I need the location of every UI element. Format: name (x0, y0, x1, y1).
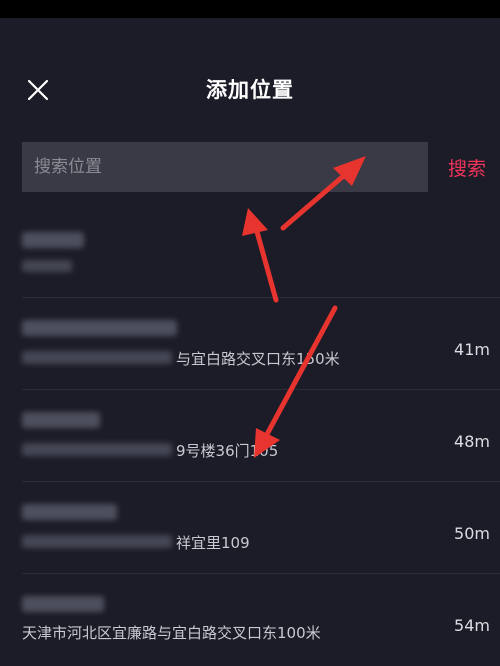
location-name-redacted (22, 412, 100, 428)
status-bar (0, 0, 500, 18)
location-address: 天津市河北区宜廉路与宜白路交叉口东100米 (22, 622, 422, 642)
location-item[interactable]: 天津市河北区宜廉路与宜白路交叉口东100米 54m (0, 574, 500, 666)
location-address-redacted (22, 443, 172, 456)
location-address: 祥宜里109 (22, 532, 422, 552)
location-address: 与宜白路交叉口东150米 (22, 348, 422, 368)
location-distance: 41m (454, 340, 490, 359)
location-distance: 50m (454, 524, 490, 543)
location-name-redacted (22, 232, 84, 248)
location-name-redacted (22, 596, 104, 612)
location-address-redacted (22, 260, 72, 272)
location-list: 与宜白路交叉口东150米 41m 9号楼36门105 48m 祥宜里109 50… (0, 210, 500, 666)
search-button[interactable]: 搜索 (448, 154, 486, 181)
location-address-redacted (22, 535, 172, 548)
location-item[interactable]: 9号楼36门105 48m (0, 390, 500, 482)
location-distance: 48m (454, 432, 490, 451)
location-item[interactable]: 与宜白路交叉口东150米 41m (0, 298, 500, 390)
location-item[interactable]: 祥宜里109 50m (0, 482, 500, 574)
location-distance: 54m (454, 616, 490, 635)
location-address-text: 与宜白路交叉口东150米 (176, 350, 340, 368)
search-bar: 搜索 (0, 140, 500, 194)
search-input[interactable] (22, 142, 428, 192)
location-address-text: 祥宜里109 (176, 534, 250, 552)
location-item[interactable] (0, 210, 500, 298)
location-name-redacted (22, 504, 117, 520)
header: 添加位置 (0, 18, 500, 136)
location-name-redacted (22, 320, 177, 336)
location-address-redacted (22, 351, 172, 364)
location-address: 9号楼36门105 (22, 440, 422, 460)
location-address-text: 9号楼36门105 (176, 442, 279, 460)
location-address-text: 天津市河北区宜廉路与宜白路交叉口东100米 (22, 624, 321, 642)
page-title: 添加位置 (206, 78, 294, 102)
